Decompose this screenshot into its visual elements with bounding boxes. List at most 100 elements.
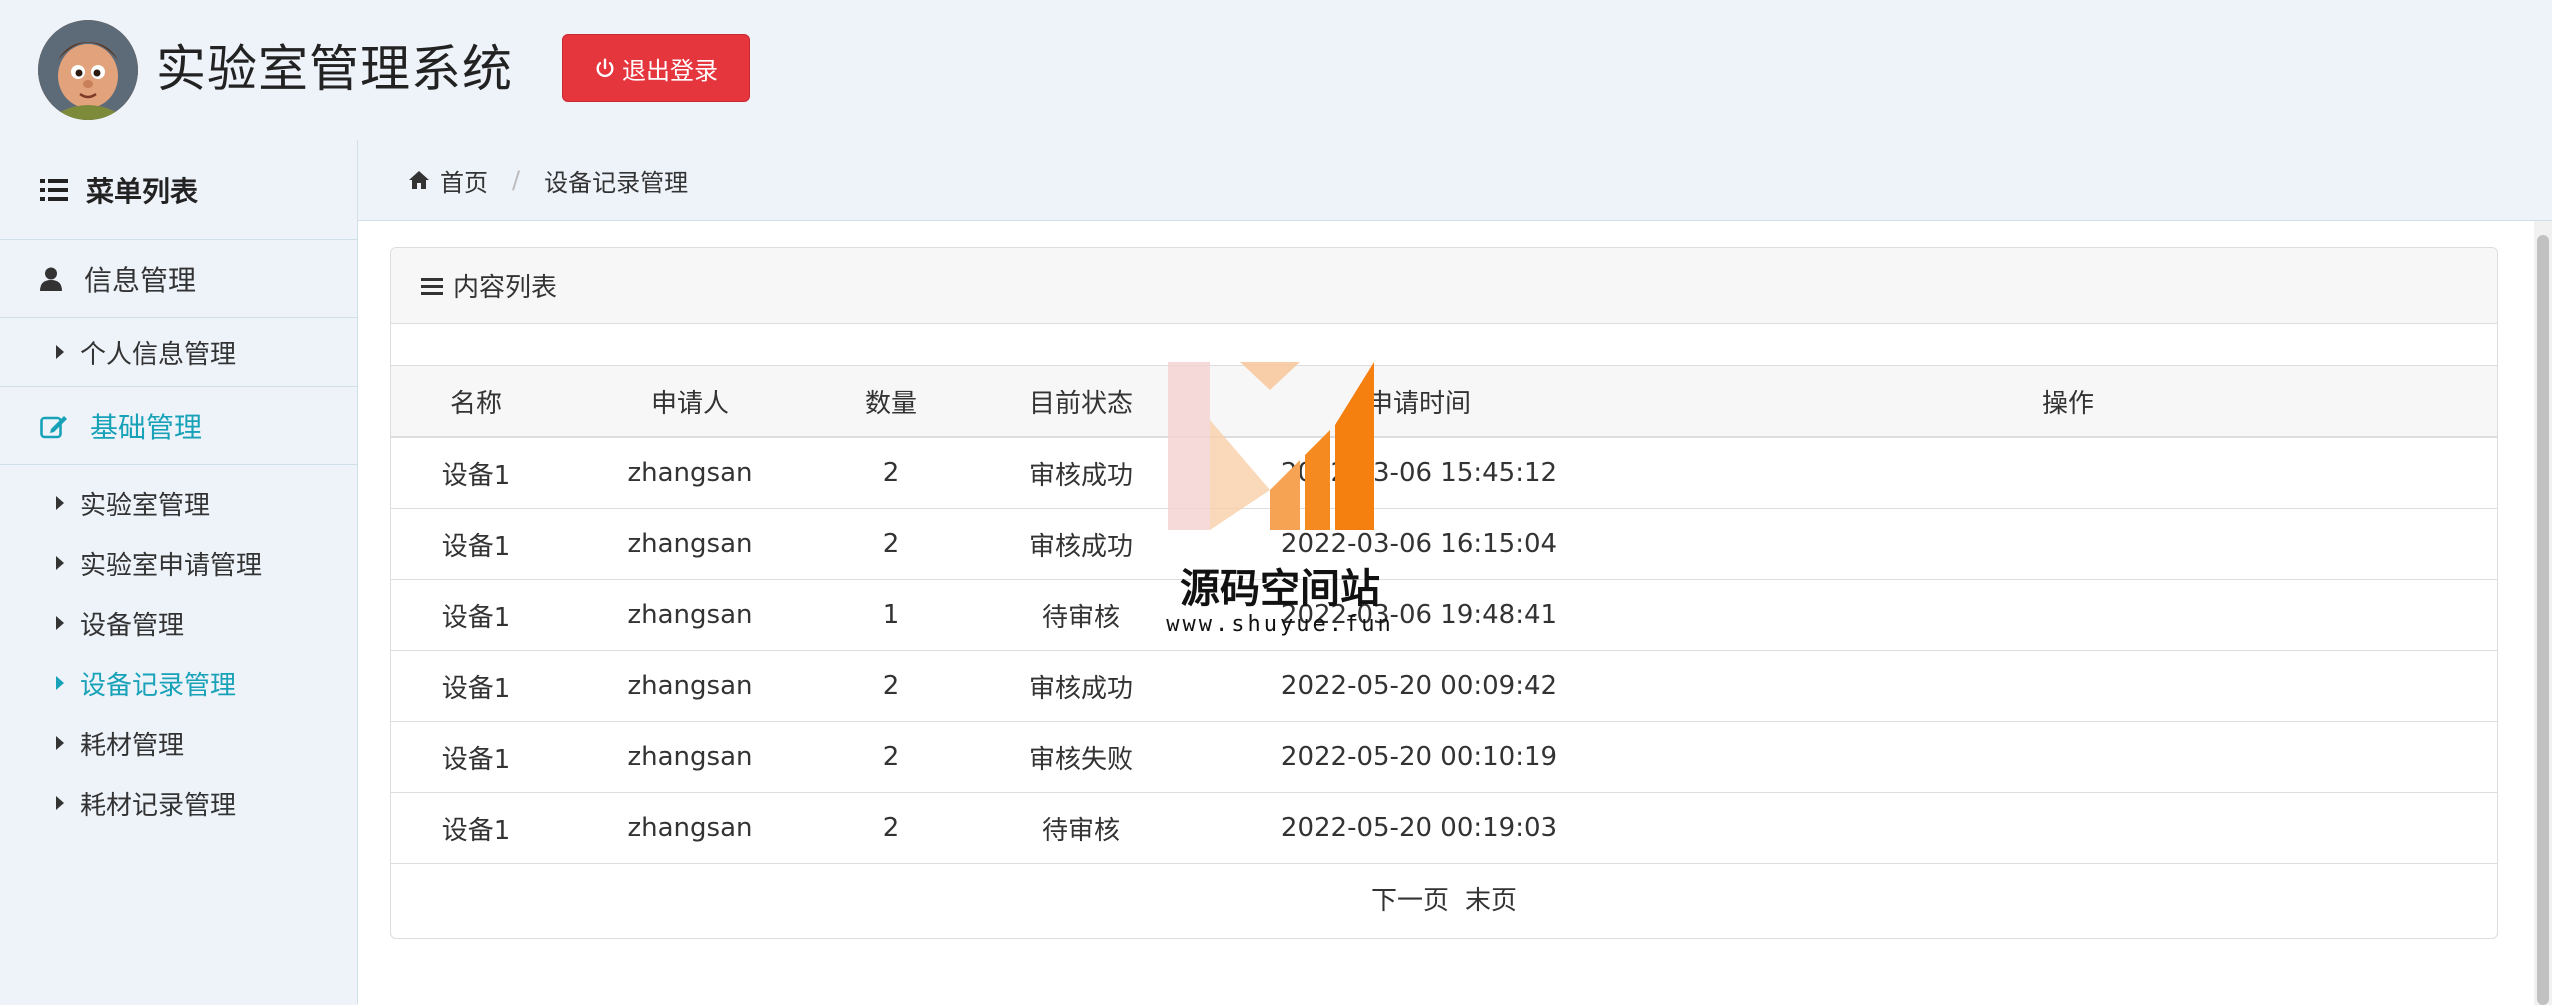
cell-time: 2022-05-20 00:19:03 [1199,792,1639,864]
sidebar-group-info[interactable]: 信息管理 [0,240,357,318]
cell-applicant: zhangsan [561,508,819,580]
cell-quantity: 2 [819,437,963,509]
sidebar-item-label: 设备记录管理 [80,670,237,701]
logout-button[interactable]: 退出登录 [562,34,750,102]
power-icon [596,58,614,78]
column-header: 操作 [1639,366,2497,438]
avatar [38,20,138,120]
sidebar-item-label: 实验室管理 [80,490,211,521]
sidebar-sublist-basic: 实验室管理 实验室申请管理 设备管理 设备记录管理 耗材管理 耗材记录管理 [0,465,357,845]
pagination: 下一页 末页 [391,864,2497,932]
panel-header: 内容列表 [391,248,2497,324]
table-row: 设备1 zhangsan 2 审核失败 2022-05-20 00:10:19 [391,721,2497,793]
cell-applicant: zhangsan [561,650,819,722]
cell-time: 2022-05-20 00:09:42 [1199,650,1639,722]
cell-actions [1639,437,2497,509]
sidebar-item-label: 个人信息管理 [80,339,237,370]
panel-toolbar [391,324,2497,366]
caret-right-icon [56,676,64,690]
cell-quantity: 2 [819,508,963,580]
table-row: 设备1 zhangsan 2 审核成功 2022-03-06 16:15:04 [391,508,2497,580]
content-panel: 内容列表 名称 申请人 数量 目前状态 申请时间 操作 设备1 zhangsan… [390,247,2498,939]
cell-actions [1639,721,2497,793]
cell-status: 审核成功 [963,437,1199,509]
bars-icon [421,277,443,295]
cell-name: 设备1 [391,437,561,509]
cell-status: 审核成功 [963,650,1199,722]
cell-status: 审核成功 [963,508,1199,580]
breadcrumb-current: 设备记录管理 [544,168,689,197]
caret-right-icon [56,496,64,510]
column-header: 申请时间 [1199,366,1639,438]
column-header: 数量 [819,366,963,438]
caret-right-icon [56,556,64,570]
column-header: 名称 [391,366,561,438]
scrollbar-thumb[interactable] [2537,235,2549,1005]
sidebar-sublist-info: 个人信息管理 [0,318,357,387]
sidebar-group-label: 基础管理 [90,410,203,444]
sidebar-item-equipment-records[interactable]: 设备记录管理 [0,653,357,713]
sidebar-title: 菜单列表 [86,174,199,208]
cell-status: 待审核 [963,579,1199,651]
cell-applicant: zhangsan [561,721,819,793]
cartoon-face-icon [38,20,138,120]
cell-actions [1639,792,2497,864]
cell-actions [1639,579,2497,651]
caret-right-icon [56,345,64,359]
cell-name: 设备1 [391,579,561,651]
breadcrumb-separator: / [512,166,521,194]
sidebar-item-lab[interactable]: 实验室管理 [0,473,357,533]
sidebar-item-personal-info[interactable]: 个人信息管理 [0,322,357,382]
cell-name: 设备1 [391,650,561,722]
column-header: 目前状态 [963,366,1199,438]
sidebar-item-label: 耗材记录管理 [80,790,237,821]
sidebar-item-label: 设备管理 [80,610,185,641]
user-icon [40,267,62,291]
cell-applicant: zhangsan [561,792,819,864]
cell-time: 2022-03-06 15:45:12 [1199,437,1639,509]
cell-quantity: 2 [819,721,963,793]
sidebar-header: 菜单列表 [0,140,357,240]
cell-actions [1639,650,2497,722]
sidebar-group-label: 信息管理 [84,263,197,297]
cell-status: 审核失败 [963,721,1199,793]
cell-applicant: zhangsan [561,579,819,651]
sidebar-item-lab-application[interactable]: 实验室申请管理 [0,533,357,593]
table-row: 设备1 zhangsan 1 待审核 2022-03-06 19:48:41 [391,579,2497,651]
table-header-row: 名称 申请人 数量 目前状态 申请时间 操作 [391,366,2497,438]
table-row: 设备1 zhangsan 2 待审核 2022-05-20 00:19:03 [391,792,2497,864]
scrollbar[interactable] [2534,221,2552,1005]
cell-applicant: zhangsan [561,437,819,509]
sidebar-item-consumables[interactable]: 耗材管理 [0,713,357,773]
breadcrumb: 首页 / 设备记录管理 [358,140,2552,220]
sidebar-item-label: 实验室申请管理 [80,550,263,581]
cell-time: 2022-05-20 00:10:19 [1199,721,1639,793]
cell-time: 2022-03-06 16:15:04 [1199,508,1639,580]
breadcrumb-home[interactable]: 首页 [440,163,488,198]
cell-actions [1639,508,2497,580]
next-page-link[interactable]: 下一页 [1371,880,1449,917]
home-icon [409,171,429,189]
sidebar: 菜单列表 信息管理 个人信息管理 基础管理 实验室管理 实验室申请管理 设备管理… [0,140,358,1004]
logout-label: 退出登录 [622,56,718,85]
sidebar-item-consumable-records[interactable]: 耗材记录管理 [0,773,357,833]
main-content: 内容列表 名称 申请人 数量 目前状态 申请时间 操作 设备1 zhangsan… [358,220,2552,1005]
cell-quantity: 1 [819,579,963,651]
cell-quantity: 2 [819,792,963,864]
top-bar: 实验室管理系统 退出登录 [0,0,2552,140]
sidebar-item-label: 耗材管理 [80,730,185,761]
cell-name: 设备1 [391,721,561,793]
cell-time: 2022-03-06 19:48:41 [1199,579,1639,651]
records-table: 名称 申请人 数量 目前状态 申请时间 操作 设备1 zhangsan 2 审核… [391,366,2497,864]
caret-right-icon [56,796,64,810]
panel-title: 内容列表 [453,273,558,303]
table-row: 设备1 zhangsan 2 审核成功 2022-03-06 15:45:12 [391,437,2497,509]
last-page-link[interactable]: 末页 [1465,880,1517,917]
edit-icon [40,415,67,438]
caret-right-icon [56,736,64,750]
cell-name: 设备1 [391,508,561,580]
sidebar-group-basic[interactable]: 基础管理 [0,387,357,465]
cell-quantity: 2 [819,650,963,722]
column-header: 申请人 [561,366,819,438]
sidebar-item-equipment[interactable]: 设备管理 [0,593,357,653]
